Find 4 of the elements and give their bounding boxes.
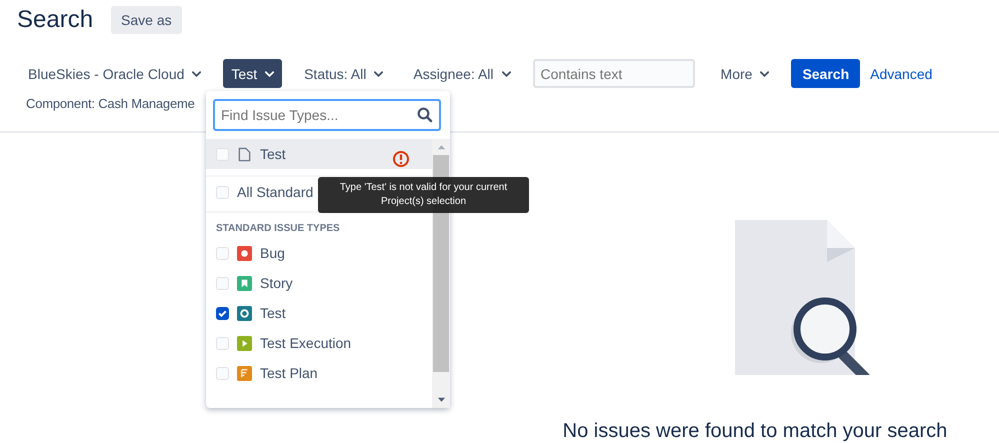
empty-result-message: No issues were found to match your search — [562, 420, 948, 443]
section-heading: STANDARD ISSUE TYPES — [215, 222, 341, 236]
page-title: Search — [17, 6, 94, 34]
tooltip: Type 'Test' is not valid for your current Project(s) selection — [318, 177, 529, 213]
